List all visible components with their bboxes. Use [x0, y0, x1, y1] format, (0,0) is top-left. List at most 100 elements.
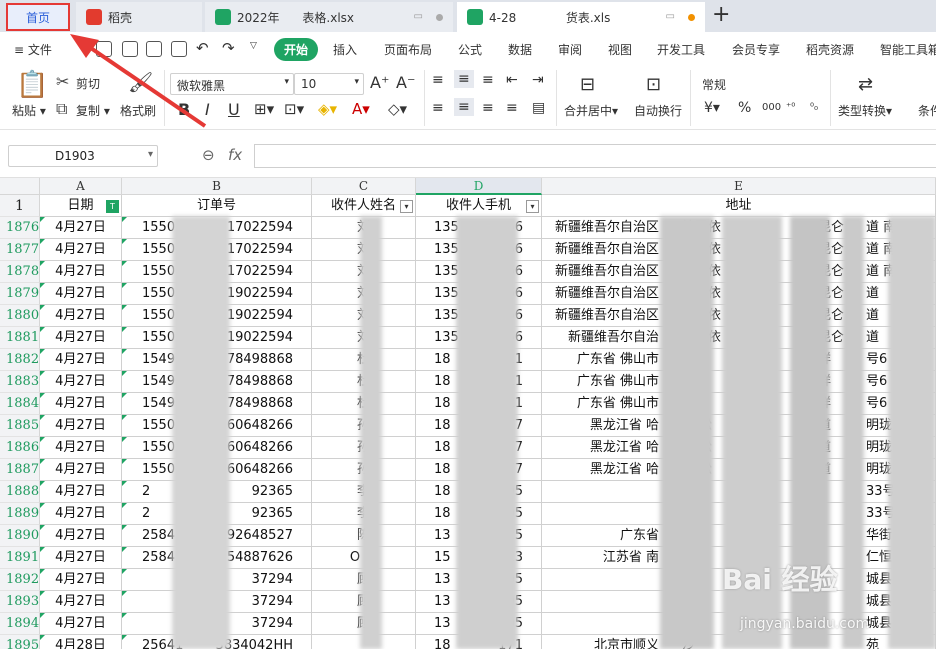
cell-date[interactable]: 4月27日 — [40, 283, 122, 305]
format-painter-button[interactable]: 格式刷 — [120, 102, 156, 119]
save-icon[interactable] — [96, 41, 112, 57]
align-center-icon[interactable]: ≡ — [454, 98, 474, 116]
merge-center-button[interactable]: 合并居中▾ — [564, 102, 618, 119]
percent-icon[interactable]: % — [738, 100, 751, 116]
fill-color-icon[interactable]: ◈▾ — [318, 100, 337, 118]
print-icon[interactable] — [146, 41, 162, 57]
type-convert-button[interactable]: 类型转换▾ — [838, 102, 892, 119]
decrease-decimal-icon[interactable]: ⁰₀ — [810, 102, 818, 113]
align-middle-icon[interactable]: ≡ — [454, 70, 474, 88]
cell-date[interactable]: 4月27日 — [40, 591, 122, 613]
new-tab-button[interactable]: + — [712, 2, 730, 27]
cell-date[interactable]: 4月27日 — [40, 371, 122, 393]
row-number[interactable]: 1878 — [0, 261, 40, 283]
decrease-font-icon[interactable]: A⁻ — [396, 73, 415, 92]
chevron-down-icon[interactable]: ▾ — [148, 149, 153, 160]
quick-access-dropdown-icon[interactable]: ▽ — [250, 41, 257, 51]
indent-decrease-icon[interactable]: ⇤ — [506, 72, 518, 88]
row-number[interactable]: 1880 — [0, 305, 40, 327]
row-number[interactable]: 1884 — [0, 393, 40, 415]
currency-icon[interactable]: ¥▾ — [704, 100, 720, 116]
increase-font-icon[interactable]: A⁺ — [370, 73, 389, 92]
cell-date[interactable]: 4月27日 — [40, 261, 122, 283]
redo-icon[interactable]: ↷ — [222, 39, 235, 57]
header-date[interactable]: 日期 T — [40, 195, 122, 217]
tab-developer[interactable]: 开发工具 — [657, 41, 705, 58]
tab-start[interactable]: 开始 — [274, 38, 319, 61]
row-number[interactable]: 1887 — [0, 459, 40, 481]
justify-icon[interactable]: ≡ — [506, 100, 518, 116]
conditional-format-button[interactable]: 条件 — [918, 102, 936, 119]
increase-decimal-icon[interactable]: ⁺⁰ — [786, 102, 795, 113]
cell-date[interactable]: 4月27日 — [40, 305, 122, 327]
tab-member[interactable]: 会员专享 — [732, 41, 780, 58]
cell-date[interactable]: 4月27日 — [40, 569, 122, 591]
column-header-c[interactable]: C — [312, 178, 416, 195]
bold-icon[interactable]: B — [178, 100, 190, 119]
tab-file-1[interactable]: 2022年 表格.xlsx ▭ — [205, 2, 453, 32]
row-number[interactable]: 1889 — [0, 503, 40, 525]
copy-icon[interactable]: ⧉ — [56, 101, 67, 117]
tab-home[interactable]: 首页 — [6, 3, 70, 31]
name-box[interactable]: D1903 ▾ — [8, 145, 158, 167]
column-header-d[interactable]: D — [416, 178, 542, 195]
distributed-icon[interactable]: ▤ — [532, 100, 545, 116]
undo-icon[interactable]: ↶ — [196, 39, 209, 57]
tab-page-layout[interactable]: 页面布局 — [384, 41, 432, 58]
italic-icon[interactable]: I — [205, 100, 210, 119]
row-number[interactable]: 1891 — [0, 547, 40, 569]
cell-date[interactable]: 4月27日 — [40, 327, 122, 349]
column-header-b[interactable]: B — [122, 178, 312, 195]
tab-view[interactable]: 视图 — [608, 41, 632, 58]
spreadsheet-grid[interactable]: A B C D E 1 日期 T 订单号 收件人姓名 ▾ 收件人手机 ▾ 地址 187… — [0, 178, 936, 649]
header-recipient[interactable]: 收件人姓名 ▾ — [312, 195, 416, 217]
font-size-select[interactable]: 10 ▾ — [294, 73, 364, 95]
print-preview-icon[interactable] — [171, 41, 187, 57]
copy-button[interactable]: 复制 ▾ — [76, 102, 110, 119]
filter-dropdown-icon[interactable]: ▾ — [526, 200, 539, 213]
cell-date[interactable]: 4月27日 — [40, 525, 122, 547]
header-phone[interactable]: 收件人手机 ▾ — [416, 195, 542, 217]
format-painter-icon[interactable]: 🖌 — [128, 72, 153, 92]
tab-formulas[interactable]: 公式 — [458, 41, 482, 58]
tab-data[interactable]: 数据 — [508, 41, 532, 58]
cell-date[interactable]: 4月27日 — [40, 481, 122, 503]
cut-button[interactable]: 剪切 — [76, 75, 100, 92]
wrap-text-button[interactable]: 自动换行 — [634, 102, 682, 119]
cell-date[interactable]: 4月28日 — [40, 635, 122, 649]
cell-date[interactable]: 4月27日 — [40, 547, 122, 569]
row-number[interactable]: 1885 — [0, 415, 40, 437]
align-left-icon[interactable]: ≡ — [432, 100, 444, 116]
row-number[interactable]: 1883 — [0, 371, 40, 393]
cell-date[interactable]: 4月27日 — [40, 613, 122, 635]
fx-icon[interactable]: fx — [228, 146, 242, 164]
row-number[interactable]: 1879 — [0, 283, 40, 305]
row-number[interactable]: 1892 — [0, 569, 40, 591]
cut-icon[interactable]: ✂ — [56, 74, 69, 90]
row-number[interactable]: 1876 — [0, 217, 40, 239]
cell-date[interactable]: 4月27日 — [40, 503, 122, 525]
row-number[interactable]: 1888 — [0, 481, 40, 503]
export-icon[interactable] — [122, 41, 138, 57]
row-number[interactable]: 1881 — [0, 327, 40, 349]
cell-date[interactable]: 4月27日 — [40, 217, 122, 239]
cell-date[interactable]: 4月27日 — [40, 349, 122, 371]
row-number[interactable]: 1894 — [0, 613, 40, 635]
cell-date[interactable]: 4月27日 — [40, 437, 122, 459]
tab-insert[interactable]: 插入 — [333, 41, 357, 58]
zoom-icon[interactable]: ⊖ — [202, 146, 215, 164]
wrap-text-icon[interactable]: ⊡ — [646, 74, 661, 95]
select-all-corner[interactable] — [0, 178, 40, 195]
tab-smart-tools[interactable]: 智能工具箱 — [880, 41, 936, 58]
row-number[interactable]: 1882 — [0, 349, 40, 371]
filter-active-icon[interactable]: T — [106, 200, 119, 213]
paste-button[interactable]: 粘贴 ▾ — [12, 102, 46, 119]
thousands-icon[interactable]: 000 — [762, 102, 781, 113]
tab-review[interactable]: 审阅 — [558, 41, 582, 58]
row-number[interactable]: 1 — [0, 195, 40, 217]
paste-icon[interactable]: 📋 — [16, 72, 48, 98]
column-header-e[interactable]: E — [542, 178, 936, 195]
row-number[interactable]: 1877 — [0, 239, 40, 261]
cell-style-icon[interactable]: ⊡▾ — [284, 100, 304, 118]
type-convert-icon[interactable]: ⇄ — [858, 74, 873, 95]
